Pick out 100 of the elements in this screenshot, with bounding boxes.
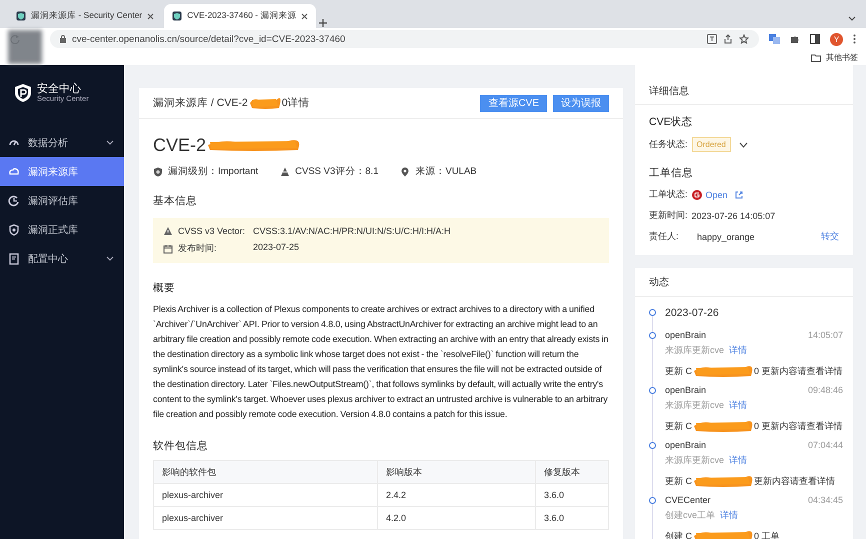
section-heading: 软件包信息 <box>153 439 209 453</box>
meta-text: 来源：VULAB <box>415 165 477 178</box>
table-cell: plexus-archiver <box>154 484 378 506</box>
section-heading: CVE状态 <box>649 115 694 129</box>
meta-text: 漏洞级别：Important <box>168 165 258 178</box>
chevron-down-icon <box>106 140 114 146</box>
field-label: CVSS v3 Vector: <box>178 226 246 236</box>
shield-logo-icon <box>14 83 32 103</box>
details-link[interactable]: 详情 <box>729 454 748 467</box>
star-icon <box>739 34 749 44</box>
event-actor: openBrain <box>665 330 706 340</box>
puzzle-icon <box>790 34 800 44</box>
action-button[interactable]: 设为误报 <box>553 94 609 112</box>
shield-icon <box>172 11 182 21</box>
shield-icon <box>16 11 26 21</box>
table-cell: plexus-archiver <box>154 506 378 530</box>
redaction-mark <box>692 419 754 433</box>
section-heading: 基本信息 <box>153 194 198 208</box>
section-heading: 概要 <box>153 281 176 295</box>
sidebar-item[interactable]: 漏洞来源库 <box>0 157 124 186</box>
timeline-dot <box>649 387 656 394</box>
timeline-dot <box>649 309 656 316</box>
table-cell: 3.6.0 <box>536 484 608 506</box>
share-icon <box>723 34 733 44</box>
cone-icon <box>280 166 290 176</box>
redaction-mark <box>248 96 282 110</box>
breadcrumb: 0详情 <box>282 96 310 110</box>
event-message: 更新内容请查看详情 <box>754 474 835 488</box>
transfer-link[interactable]: 转交 <box>821 230 839 243</box>
cloud-icon <box>8 166 20 178</box>
event-message: 更新 C <box>665 420 692 432</box>
document-icon <box>8 252 20 264</box>
plus-icon <box>318 18 328 28</box>
chevron-down-icon <box>738 142 748 148</box>
event-action: 来源库更新cve <box>665 399 724 412</box>
status-tag[interactable]: Ordered <box>692 137 731 152</box>
field-label: 更新时间: <box>649 209 688 222</box>
field-label: 责任人: <box>649 230 680 243</box>
details-link[interactable]: 详情 <box>729 344 748 357</box>
shield-icon <box>153 166 163 176</box>
sidebar-item[interactable]: 漏洞评估库 <box>0 186 124 215</box>
chevron-down-icon <box>848 14 856 22</box>
ticket-link[interactable]: Open <box>706 190 728 200</box>
column-header: 修复版本 <box>536 460 608 484</box>
cve-title: CVE-2 <box>153 134 206 156</box>
more-icon <box>853 34 856 44</box>
external-link-icon <box>734 190 743 198</box>
section-heading: 工单信息 <box>649 166 694 180</box>
column-header: 影响的软件包 <box>154 460 378 484</box>
timeline-dot <box>649 442 656 449</box>
card-title: 动态 <box>635 268 853 297</box>
translate-icon <box>707 34 717 44</box>
event-message: 0 更新内容请查看详情 <box>754 420 843 432</box>
redaction-mark <box>692 474 754 488</box>
event-time: 04:34:45 <box>808 495 843 505</box>
event-message: 0 更新内容请查看详情 <box>754 364 843 378</box>
browser-tab[interactable]: CVE-2023-37460 - 漏洞来源 <box>164 4 316 28</box>
card-title: 详细信息 <box>635 65 853 105</box>
field-value: 2023-07-26 14:05:07 <box>692 210 776 220</box>
field-label: 工单状态: <box>649 188 688 201</box>
browser-tab[interactable]: 漏洞来源库 - Security Center <box>8 4 162 28</box>
field-value: CVSS:3.1/AV:N/AC:H/PR:N/UI:N/S:U/C:H/I:H/A:H <box>253 226 452 236</box>
meta-text: CVSS V3评分：8.1 <box>295 165 378 178</box>
avatar[interactable]: Y <box>830 32 843 46</box>
action-button[interactable]: 查看源CVE <box>480 94 547 112</box>
redaction-mark <box>692 529 754 539</box>
event-actor: openBrain <box>665 385 706 395</box>
details-link[interactable]: 详情 <box>720 509 738 522</box>
lock-icon <box>60 35 66 43</box>
timeline-dot <box>649 497 656 504</box>
field-label: 发布时间: <box>178 242 217 255</box>
close-icon <box>301 12 308 20</box>
shield-icon <box>8 224 20 236</box>
chevron-down-icon <box>106 256 114 262</box>
details-link[interactable]: 详情 <box>729 399 748 412</box>
bookmarks-folder[interactable]: 其他书签 <box>826 52 858 63</box>
sidebar-item[interactable]: 漏洞正式库 <box>0 215 124 244</box>
table-cell: 4.2.0 <box>378 506 536 530</box>
event-time: 14:05:07 <box>808 330 843 340</box>
warning-icon <box>163 226 173 236</box>
gitee-logo-icon <box>692 190 702 200</box>
calendar-icon <box>163 244 173 254</box>
timeline-dot <box>649 332 656 339</box>
event-message: 更新 C <box>665 364 692 378</box>
location-pin-icon <box>400 166 410 176</box>
field-value: happy_orange <box>697 232 756 242</box>
summary-paragraph: Plexis Archiver is a collection of Plexus components to create archives or extract archives to a directory with a unified `Archiver`/`UnArchiver` API. Prior to version 4.8.0, using AbstractUnArchiver for extracting an archive might lead to an arbitrary file creation and possibly remote code execution. When extracting an archive with an entry that already exists in the destination directory as a symbolic link whose target does not exist - the `resolveFile()` function will return the symlink's source instead of its target, which will pass the verification that ensures the file will not be extracted outside of the destination directory. Later `Files.newOutputStream()`, that follows symlinks by default, will actually write the entry's content to the symlink's target. Whoever uses plexus archiver to extract an untrusted archive is vulnerable to an arbitrary file creation and possibly remote code execution. Version 4.8.0 contains a patch for this issue. <box>153 303 609 421</box>
logo-title: 安全中心 <box>37 84 82 95</box>
sidebar-item[interactable]: 配置中心 <box>0 244 124 273</box>
table-cell: 2.4.2 <box>378 484 536 506</box>
event-action: 来源库更新cve <box>665 454 724 467</box>
field-label: 任务状态: <box>649 138 688 151</box>
sidebar-item[interactable]: 数据分析 <box>0 128 124 157</box>
event-action: 创建cve工单 <box>665 509 716 522</box>
table-cell: 3.6.0 <box>536 506 608 530</box>
redaction-mark <box>692 364 754 378</box>
field-value: 2023-07-25 <box>253 242 300 254</box>
translate-icon <box>769 34 780 44</box>
breadcrumb: 漏洞来源库 / CVE-2 <box>153 96 248 110</box>
clock-icon <box>8 194 20 206</box>
